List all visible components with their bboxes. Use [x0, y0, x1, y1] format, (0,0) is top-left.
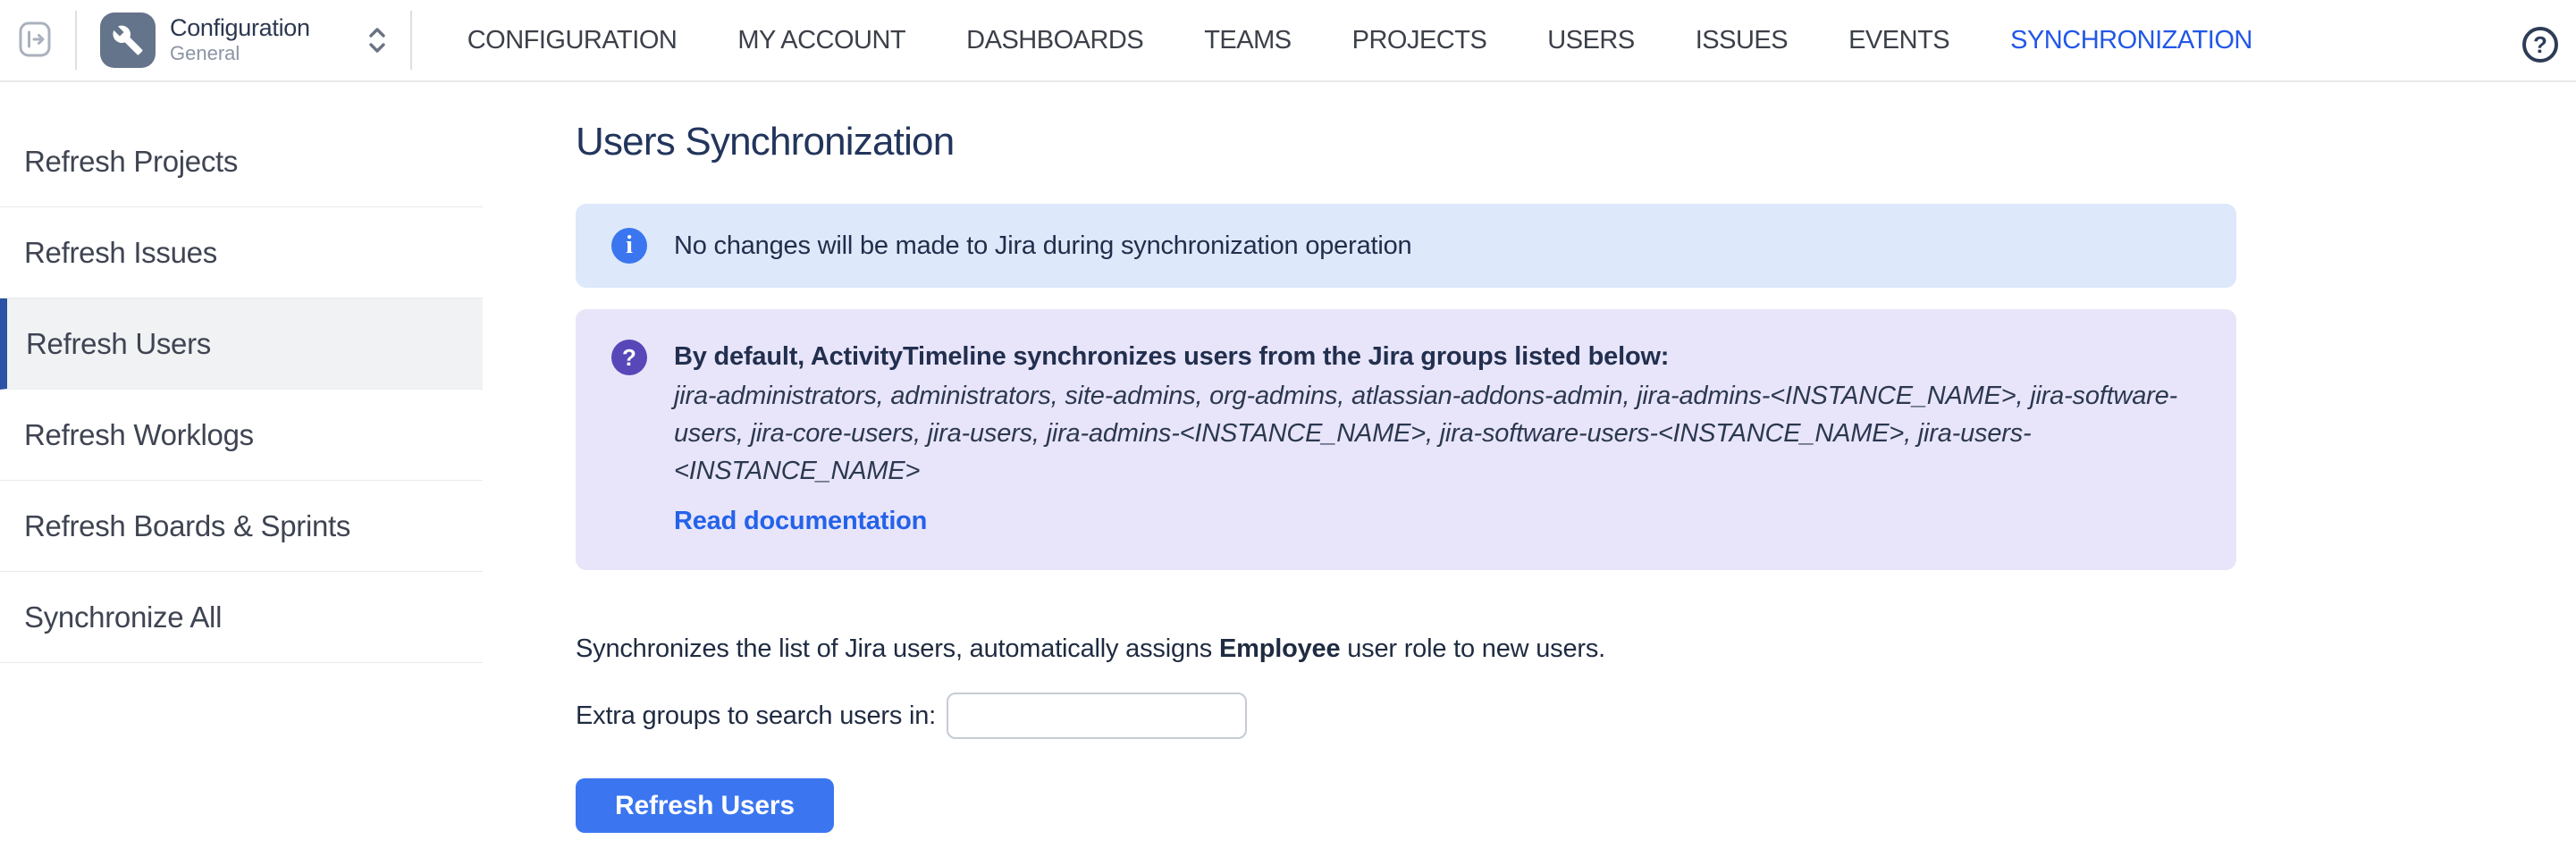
sync-sidebar: Refresh Projects Refresh Issues Refresh …: [0, 82, 483, 663]
sidebar-collapse-button[interactable]: [18, 21, 52, 59]
sync-description: Synchronizes the list of Jira users, aut…: [576, 634, 2236, 664]
nav-my-account[interactable]: MY ACCOUNT: [737, 26, 905, 55]
sidebar-item-refresh-projects[interactable]: Refresh Projects: [0, 116, 483, 207]
header-divider: [75, 11, 77, 70]
top-header: Configuration General CONFIGURATION MY A…: [0, 0, 2576, 82]
extra-groups-label: Extra groups to search users in:: [576, 701, 936, 731]
help-circle-icon[interactable]: ?: [2522, 27, 2558, 63]
panel-collapse-icon: [18, 21, 52, 61]
extra-groups-row: Extra groups to search users in:: [576, 693, 2236, 739]
help-banner-groups: jira-administrators, administrators, sit…: [674, 377, 2201, 490]
nav-teams[interactable]: TEAMS: [1204, 26, 1291, 55]
question-icon: ?: [611, 340, 647, 375]
nav-events[interactable]: EVENTS: [1848, 26, 1949, 55]
nav-issues[interactable]: ISSUES: [1696, 26, 1788, 55]
nav-dashboards[interactable]: DASHBOARDS: [966, 26, 1143, 55]
app-subtitle: General: [170, 42, 310, 65]
refresh-users-button[interactable]: Refresh Users: [576, 778, 834, 833]
main-content: Users Synchronization i No changes will …: [576, 82, 2236, 833]
info-banner-text: No changes will be made to Jira during s…: [674, 231, 1411, 261]
sidebar-item-refresh-worklogs[interactable]: Refresh Worklogs: [0, 390, 483, 481]
sidebar-item-refresh-issues[interactable]: Refresh Issues: [0, 207, 483, 298]
header-divider: [410, 11, 412, 70]
sidebar-item-refresh-boards-sprints[interactable]: Refresh Boards & Sprints: [0, 481, 483, 572]
info-icon: i: [611, 228, 647, 264]
top-navigation: CONFIGURATION MY ACCOUNT DASHBOARDS TEAM…: [467, 26, 2252, 55]
nav-projects[interactable]: PROJECTS: [1352, 26, 1487, 55]
description-bold-role: Employee: [1219, 634, 1340, 663]
nav-synchronization[interactable]: SYNCHRONIZATION: [2010, 26, 2252, 55]
read-documentation-link[interactable]: Read documentation: [674, 502, 927, 540]
app-switcher[interactable]: Configuration General: [100, 13, 387, 68]
page-title: Users Synchronization: [576, 120, 2236, 164]
description-prefix: Synchronizes the list of Jira users, aut…: [576, 634, 1219, 663]
sidebar-item-synchronize-all[interactable]: Synchronize All: [0, 572, 483, 663]
help-banner: ? By default, ActivityTimeline synchroni…: [576, 309, 2236, 570]
sidebar-item-refresh-users[interactable]: Refresh Users: [0, 298, 483, 390]
app-title: Configuration: [170, 14, 310, 42]
description-suffix: user role to new users.: [1340, 634, 1605, 663]
nav-users[interactable]: USERS: [1547, 26, 1634, 55]
nav-configuration[interactable]: CONFIGURATION: [467, 26, 678, 55]
extra-groups-input[interactable]: [947, 693, 1247, 739]
chevrons-up-down-icon: [367, 25, 387, 55]
info-banner: i No changes will be made to Jira during…: [576, 204, 2236, 288]
wrench-icon: [100, 13, 156, 68]
help-banner-intro: By default, ActivityTimeline synchronize…: [674, 338, 2201, 375]
